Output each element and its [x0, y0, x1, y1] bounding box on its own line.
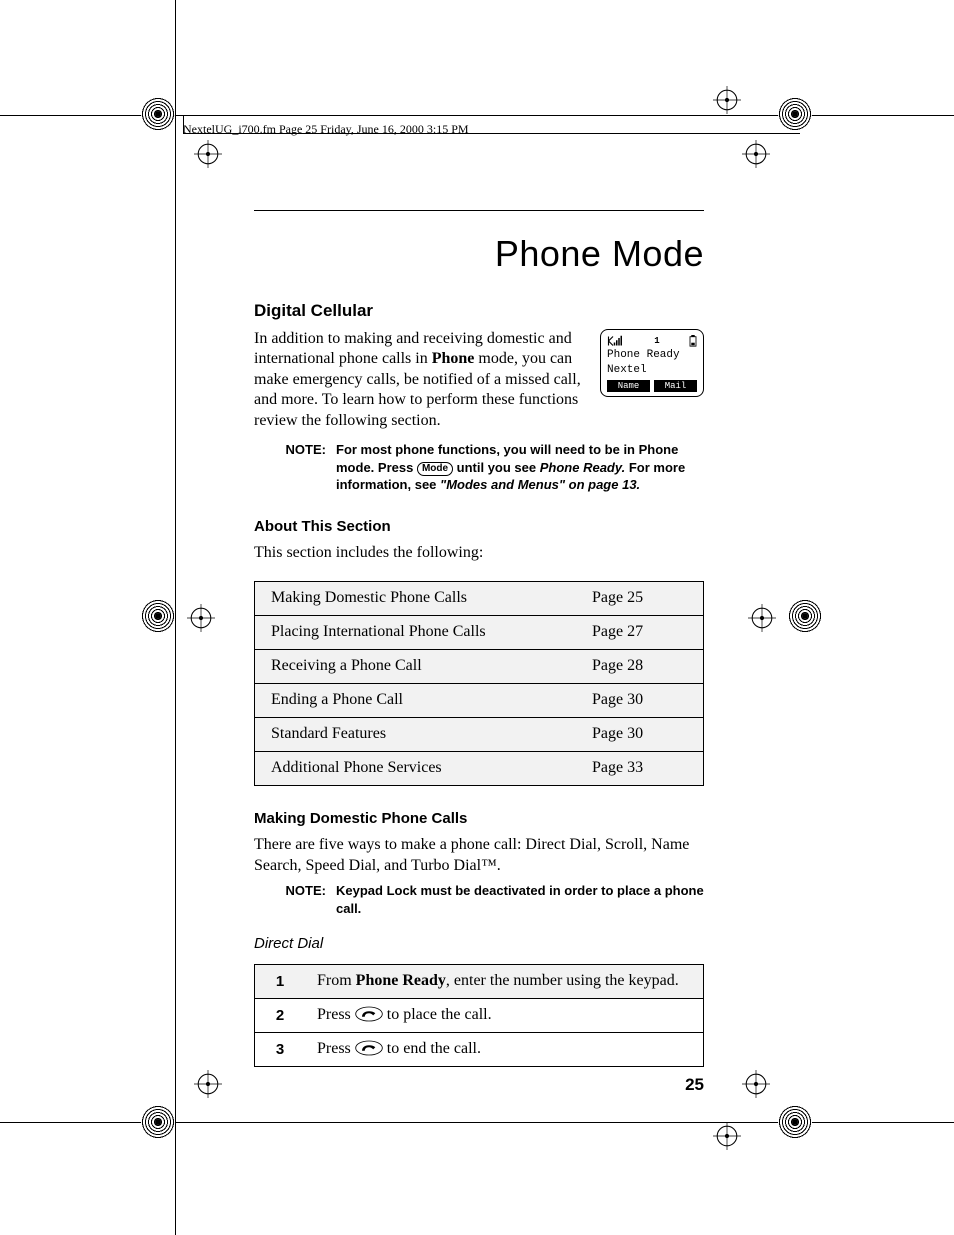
table-row: Placing International Phone CallsPage 27 — [255, 616, 704, 650]
battery-icon — [689, 335, 697, 347]
note-keypad-lock: NOTE: Keypad Lock must be deactivated in… — [278, 882, 704, 917]
steps-table: 1From Phone Ready, enter the number usin… — [254, 964, 704, 1067]
phone-indicator: 1 — [654, 335, 659, 347]
toc-topic: Placing International Phone Calls — [255, 616, 577, 650]
table-row: Ending a Phone CallPage 30 — [255, 684, 704, 718]
toc-topic: Making Domestic Phone Calls — [255, 582, 577, 616]
table-row: 3Press to end the call. — [255, 1033, 704, 1067]
heading-direct-dial: Direct Dial — [254, 935, 704, 952]
toc-page: Page 25 — [576, 582, 704, 616]
toc-page: Page 27 — [576, 616, 704, 650]
toc-topic: Additional Phone Services — [255, 752, 577, 786]
table-row: Making Domestic Phone CallsPage 25 — [255, 582, 704, 616]
step-text: Press to end the call. — [305, 1033, 704, 1067]
table-row: Standard FeaturesPage 30 — [255, 718, 704, 752]
step-number: 2 — [255, 999, 306, 1033]
step-number: 1 — [255, 965, 306, 999]
page-title: Phone Mode — [254, 233, 704, 275]
handset-icon — [355, 1040, 383, 1056]
phone-softkey-left: Name — [607, 380, 650, 392]
intro-paragraph: In addition to making and receiving dome… — [254, 329, 586, 431]
toc-page: Page 30 — [576, 684, 704, 718]
heading-digital-cellular: Digital Cellular — [254, 301, 704, 321]
frame-header: NextelUG_i700.fm Page 25 Friday, June 16… — [183, 122, 469, 137]
phone-screen-illustration: 1 Phone Ready Nextel Name Mail — [600, 329, 704, 397]
note-phone-mode: NOTE: For most phone functions, you will… — [278, 441, 704, 494]
heading-about-section: About This Section — [254, 518, 704, 535]
table-row: Receiving a Phone CallPage 28 — [255, 650, 704, 684]
about-paragraph: This section includes the following: — [254, 543, 704, 563]
table-row: 1From Phone Ready, enter the number usin… — [255, 965, 704, 999]
toc-topic: Ending a Phone Call — [255, 684, 577, 718]
table-row: Additional Phone ServicesPage 33 — [255, 752, 704, 786]
signal-icon — [607, 335, 625, 347]
toc-table: Making Domestic Phone CallsPage 25Placin… — [254, 581, 704, 786]
page-number: 25 — [685, 1075, 704, 1095]
mode-button-icon: Mode — [417, 462, 453, 476]
handset-icon — [355, 1006, 383, 1022]
toc-page: Page 28 — [576, 650, 704, 684]
phone-line2: Nextel — [607, 363, 697, 378]
heading-making-calls: Making Domestic Phone Calls — [254, 810, 704, 827]
toc-page: Page 30 — [576, 718, 704, 752]
step-text: Press to place the call. — [305, 999, 704, 1033]
phone-line1: Phone Ready — [607, 348, 697, 363]
toc-page: Page 33 — [576, 752, 704, 786]
step-number: 3 — [255, 1033, 306, 1067]
table-row: 2Press to place the call. — [255, 999, 704, 1033]
phone-softkey-right: Mail — [654, 380, 697, 392]
toc-topic: Receiving a Phone Call — [255, 650, 577, 684]
step-text: From Phone Ready, enter the number using… — [305, 965, 704, 999]
toc-topic: Standard Features — [255, 718, 577, 752]
making-paragraph: There are five ways to make a phone call… — [254, 835, 704, 876]
